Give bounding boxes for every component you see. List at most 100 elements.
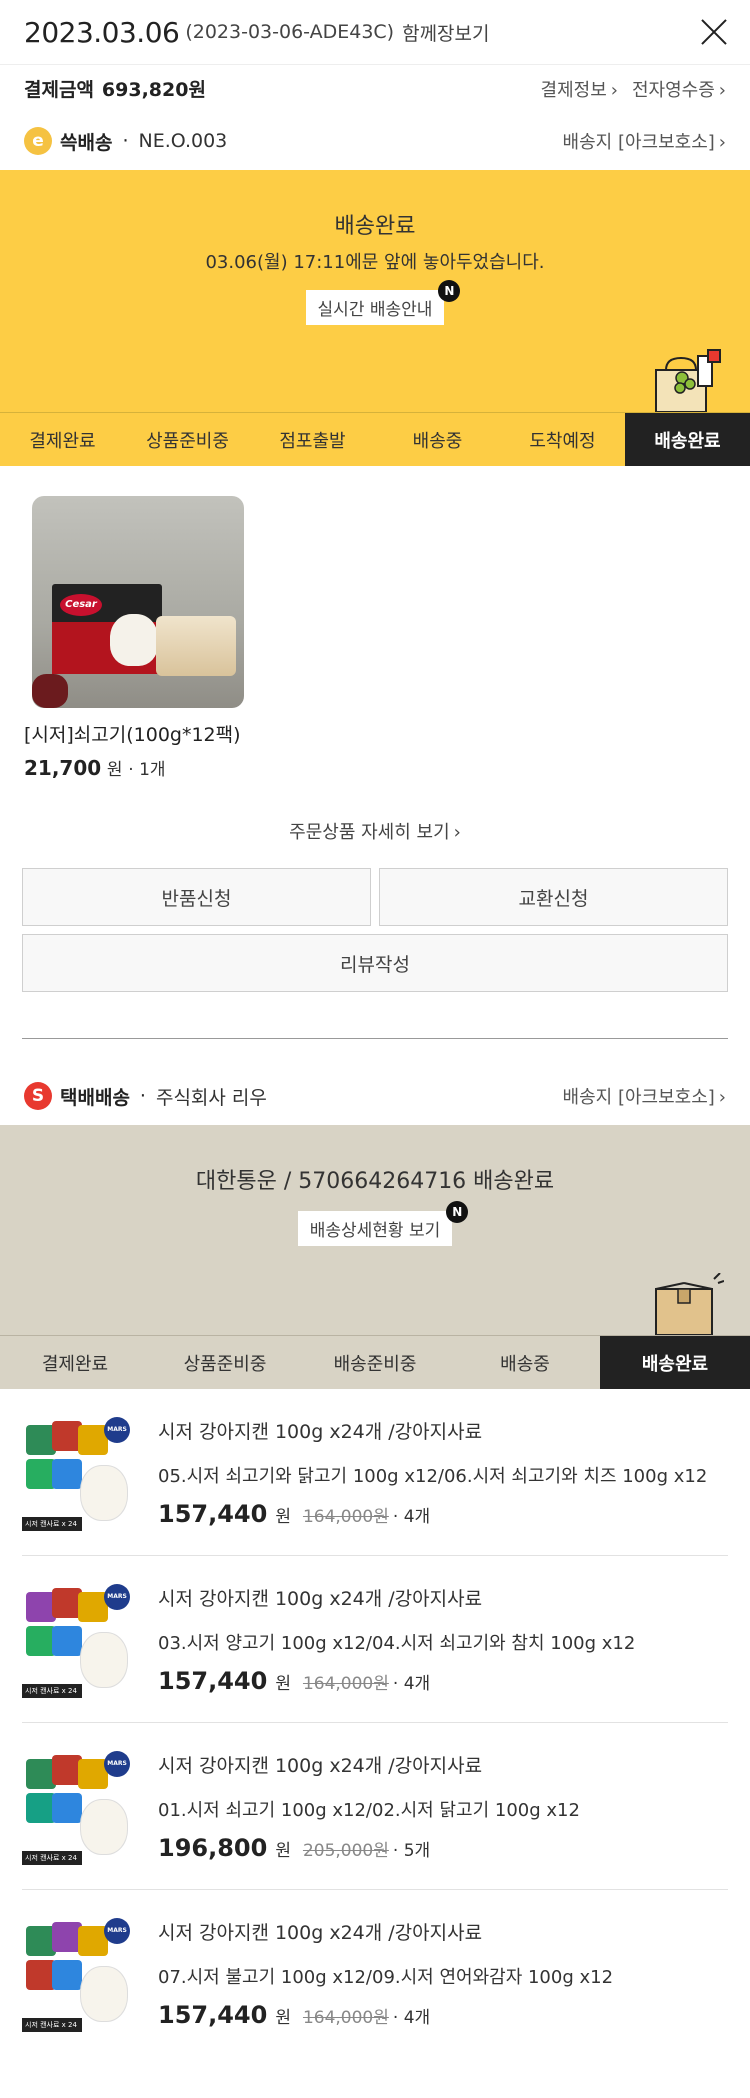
separator-dot: · xyxy=(139,1085,146,1107)
grocery-bag-icon xyxy=(655,349,721,412)
shipment-carrier: NE.O.003 xyxy=(138,130,228,152)
step-payment-complete: 결제완료 xyxy=(0,413,125,466)
step-in-transit: 배송중 xyxy=(450,1336,600,1389)
price-value: 196,800 xyxy=(158,1834,268,1862)
return-request-button[interactable]: 반품신청 xyxy=(22,868,371,926)
delivery-status-panel: 배송완료 03.06(월) 17:11에문 앞에 놓아두었습니다. 실시간 배송… xyxy=(0,170,750,412)
tracking-detail-label: 배송상세현황 보기 xyxy=(309,1221,441,1241)
receipt-link[interactable]: 전자영수증 › xyxy=(632,76,726,102)
product-thumbnail[interactable]: 시저 캔사료 x 24 MARS xyxy=(22,1916,134,2032)
price-value: 157,440 xyxy=(158,1500,268,1528)
destination-label: 배송지 [아크보호소] xyxy=(562,132,715,153)
realtime-delivery-button[interactable]: 실시간 배송안내 N xyxy=(305,280,461,325)
thumb-strip: 시저 캔사료 x 24 xyxy=(22,1851,82,1865)
action-buttons: 반품신청 교환신청 리뷰작성 xyxy=(0,868,750,992)
status-message: 03.06(월) 17:11에문 앞에 놓아두었습니다. xyxy=(205,252,545,273)
original-price: 205,000원 xyxy=(302,1841,389,1861)
step-delivered: 배송완료 xyxy=(625,413,750,466)
can-image xyxy=(52,1793,82,1823)
product-title[interactable]: 시저 강아지캔 100g x24개 /강아지사료 xyxy=(158,1584,728,1611)
price-value: 157,440 xyxy=(158,1667,268,1695)
new-badge: N xyxy=(446,1201,469,1223)
chevron-right-icon: › xyxy=(453,822,461,843)
separator-dot: · xyxy=(122,130,129,152)
product-info: 시저 강아지캔 100g x24개 /강아지사료 05.시저 쇠고기와 닭고기 … xyxy=(158,1415,728,1531)
parcel-status-panel: 대한통운 / 570664264716 배송완료 배송상세현황 보기 N xyxy=(0,1125,750,1335)
order-detail-label: 주문상품 자세히 보기 xyxy=(289,822,450,843)
write-review-button[interactable]: 리뷰작성 xyxy=(22,934,728,992)
delivery-steps: 결제완료 상품준비중 점포출발 배송중 도착예정 배송완료 xyxy=(0,412,750,466)
can-image xyxy=(52,1459,82,1489)
list-item[interactable]: 시저 캔사료 x 24 MARS 시저 강아지캔 100g x24개 /강아지사… xyxy=(22,1890,728,2056)
mars-badge: MARS xyxy=(104,1918,130,1944)
step-delivered: 배송완료 xyxy=(600,1336,750,1389)
product-price: 157,440 원 164,000원 · 4개 xyxy=(158,1500,728,1528)
product-title[interactable]: 시저 강아지캔 100g x24개 /강아지사료 xyxy=(158,1751,728,1778)
meat-image xyxy=(32,674,68,708)
parcel-steps: 결제완료 상품준비중 배송준비중 배송중 배송완료 xyxy=(0,1335,750,1389)
product-option: 07.시저 불고기 100g x12/09.시저 연어와감자 100g x12 xyxy=(158,1967,614,1988)
product-thumbnail[interactable]: 시저 캔사료 x 24 MARS xyxy=(22,1582,134,1698)
product-quantity: · 5개 xyxy=(392,1841,431,1861)
chevron-right-icon: › xyxy=(718,1087,726,1108)
shipment-header: S 택배배송 · 주식회사 리우 배송지 [아크보호소] › xyxy=(0,1067,750,1125)
share-shopping-link[interactable]: 함께장보기 xyxy=(402,19,489,46)
product-card[interactable]: Cesar [시저]쇠고기(100g*12팩) 21,700 원 · 1개 xyxy=(0,466,750,780)
can-image xyxy=(52,1960,82,1990)
product-thumbnail[interactable]: 시저 캔사료 x 24 MARS xyxy=(22,1749,134,1865)
new-badge: N xyxy=(438,280,461,302)
close-icon[interactable] xyxy=(700,18,728,46)
order-id: (2023-03-06-ADE43C) xyxy=(185,21,395,43)
dog-image xyxy=(80,1966,128,2022)
destination-link[interactable]: 배송지 [아크보호소] › xyxy=(563,128,726,154)
product-info: 시저 강아지캔 100g x24개 /강아지사료 03.시저 양고기 100g … xyxy=(158,1582,728,1698)
original-price: 164,000원 xyxy=(302,1507,389,1527)
step-in-transit: 배송중 xyxy=(375,413,500,466)
product-price: 157,440 원 164,000원 · 4개 xyxy=(158,2001,728,2029)
order-detail-link[interactable]: 주문상품 자세히 보기 › xyxy=(0,818,750,844)
price-value: 157,440 xyxy=(158,2001,268,2029)
shipment-type: 택배배송 xyxy=(60,1086,130,1109)
product-image[interactable]: Cesar xyxy=(32,496,244,708)
parcel-product-list: 시저 캔사료 x 24 MARS 시저 강아지캔 100g x24개 /강아지사… xyxy=(0,1389,750,2056)
list-item[interactable]: 시저 캔사료 x 24 MARS 시저 강아지캔 100g x24개 /강아지사… xyxy=(22,1723,728,1890)
dog-image xyxy=(110,614,158,666)
payment-info-link[interactable]: 결제정보 › xyxy=(541,76,618,102)
product-title[interactable]: 시저 강아지캔 100g x24개 /강아지사료 xyxy=(158,1417,728,1444)
product-thumbnail[interactable]: 시저 캔사료 x 24 MARS xyxy=(22,1415,134,1531)
product-name[interactable]: [시저]쇠고기(100g*12팩) xyxy=(24,720,726,747)
chevron-right-icon: › xyxy=(718,132,726,153)
mars-badge: MARS xyxy=(104,1751,130,1777)
step-preparing: 상품준비중 xyxy=(125,413,250,466)
step-payment-complete: 결제완료 xyxy=(0,1336,150,1389)
chevron-right-icon: › xyxy=(610,79,618,101)
exchange-request-button[interactable]: 교환신청 xyxy=(379,868,728,926)
list-item[interactable]: 시저 캔사료 x 24 MARS 시저 강아지캔 100g x24개 /강아지사… xyxy=(22,1556,728,1723)
product-title[interactable]: 시저 강아지캔 100g x24개 /강아지사료 xyxy=(158,1918,728,1945)
shipment-header: e 쓱배송 · NE.O.003 배송지 [아크보호소] › xyxy=(0,112,750,170)
section-divider xyxy=(22,1038,728,1039)
product-quantity: · 1개 xyxy=(128,760,166,780)
order-header: 2023.03.06 (2023-03-06-ADE43C) 함께장보기 xyxy=(0,0,750,64)
tracking-detail-button[interactable]: 배송상세현황 보기 N xyxy=(297,1201,469,1246)
price-unit: 원 xyxy=(275,2008,291,2028)
chevron-right-icon: › xyxy=(718,79,726,101)
price-unit: 원 xyxy=(275,1507,291,1527)
list-item[interactable]: 시저 캔사료 x 24 MARS 시저 강아지캔 100g x24개 /강아지사… xyxy=(22,1389,728,1556)
cesar-logo: Cesar xyxy=(60,594,102,616)
step-preparing: 상품준비중 xyxy=(150,1336,300,1389)
step-ready-to-ship: 배송준비중 xyxy=(300,1336,450,1389)
product-info: 시저 강아지캔 100g x24개 /강아지사료 01.시저 쇠고기 100g … xyxy=(158,1749,728,1865)
product-price: 157,440 원 164,000원 · 4개 xyxy=(158,1667,728,1695)
ssg-delivery-badge: e xyxy=(24,127,52,155)
thumb-strip: 시저 캔사료 x 24 xyxy=(22,1684,82,1698)
payment-label: 결제금액 xyxy=(24,79,94,101)
dog-image xyxy=(80,1799,128,1855)
receipt-label: 전자영수증 xyxy=(631,79,715,101)
product-option: 03.시저 양고기 100g x12/04.시저 쇠고기와 참치 100g x1… xyxy=(158,1633,636,1654)
tracking-status: 대한통운 / 570664264716 배송완료 xyxy=(195,1169,555,1194)
product-price: 196,800 원 205,000원 · 5개 xyxy=(158,1834,728,1862)
product-info: 시저 강아지캔 100g x24개 /강아지사료 07.시저 불고기 100g … xyxy=(158,1916,728,2032)
destination-link[interactable]: 배송지 [아크보호소] › xyxy=(563,1083,726,1109)
payment-info-label: 결제정보 xyxy=(540,79,607,101)
